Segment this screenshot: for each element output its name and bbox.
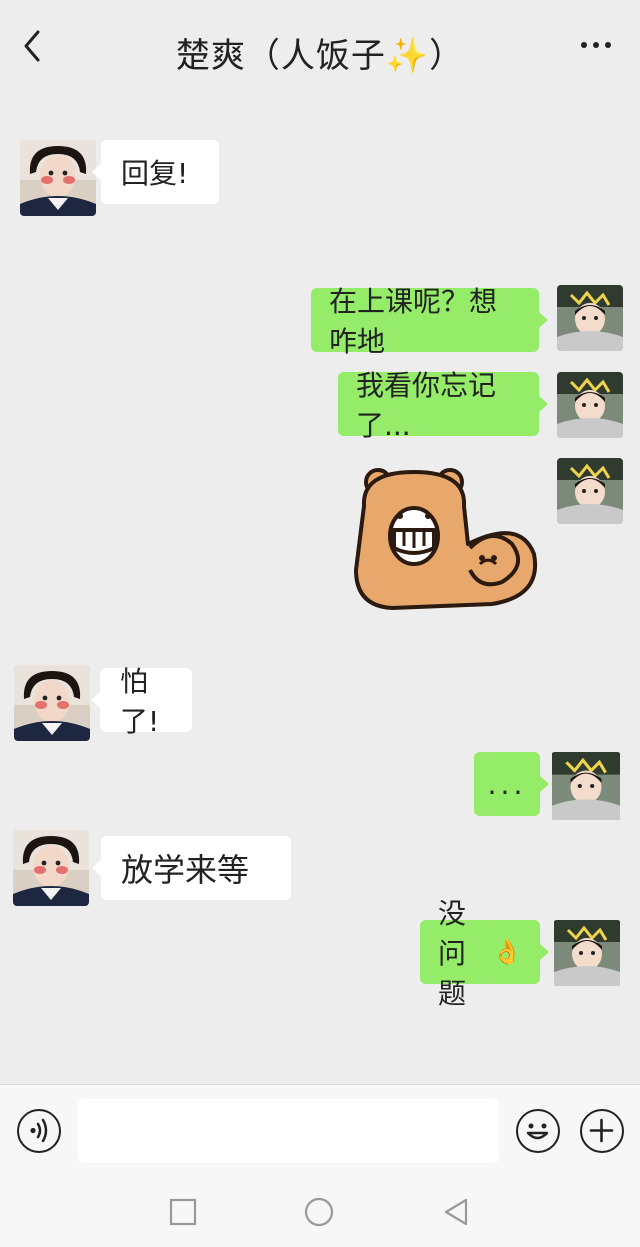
chat-title: 楚爽（人饭子✨）	[120, 28, 520, 77]
chat-title-text: 楚爽（人饭子	[175, 36, 386, 76]
message-bubble-received[interactable]: 怕了!	[91, 665, 192, 738]
ok-hand-emoji-icon: 👌	[492, 938, 522, 966]
input-bar	[0, 1084, 640, 1181]
back-icon[interactable]	[14, 26, 50, 66]
message-bubble-sent[interactable]: 在上课呢？想咋地	[311, 285, 548, 358]
sparkle-icon: ✨	[385, 36, 430, 76]
self-avatar[interactable]	[557, 458, 623, 524]
child-avatar-image	[554, 920, 620, 986]
more-icon[interactable]	[576, 30, 616, 60]
message-bubble-sent[interactable]: 我看你忘记了...	[338, 369, 548, 442]
emoji-icon	[526, 1123, 549, 1140]
message-bubble-sent[interactable]: ...	[474, 752, 549, 816]
voice-button[interactable]	[17, 1109, 61, 1153]
triangle-nav-icon[interactable]	[440, 1196, 472, 1228]
message-bubble-received[interactable]: 回复!	[92, 140, 219, 204]
contact-avatar[interactable]	[20, 140, 96, 216]
self-avatar[interactable]	[551, 752, 621, 820]
girl-avatar-image	[14, 665, 90, 741]
chat-header: 楚爽（人饭子✨）	[0, 0, 640, 92]
child-avatar-image	[557, 458, 623, 524]
more-functions-button[interactable]	[580, 1109, 624, 1153]
message-text: 没问题	[438, 897, 467, 1010]
self-avatar[interactable]	[557, 372, 623, 438]
voice-icon	[30, 1118, 48, 1143]
message-list: 回复! 在上课呢？想咋地 我看你忘记了... 怕了! ... 放学来等 没问题 …	[0, 92, 640, 1082]
emoji-button[interactable]	[516, 1109, 560, 1153]
girl-avatar-image	[20, 140, 96, 216]
message-bubble-received[interactable]: 放学来等	[92, 836, 291, 900]
child-avatar-image	[557, 372, 623, 438]
contact-avatar[interactable]	[13, 830, 89, 906]
contact-avatar[interactable]	[14, 665, 90, 741]
message-input[interactable]	[78, 1099, 499, 1163]
child-avatar-image	[557, 285, 623, 351]
self-avatar[interactable]	[553, 920, 621, 986]
chat-title-close: ）	[429, 36, 465, 76]
bear-flexing-sticker[interactable]	[352, 466, 542, 616]
square-nav-icon[interactable]	[167, 1196, 199, 1228]
child-avatar-image	[552, 752, 620, 820]
circle-nav-icon[interactable]	[303, 1196, 335, 1228]
message-bubble-sent[interactable]: 没问题 👌	[420, 897, 549, 1010]
self-avatar[interactable]	[557, 285, 623, 351]
system-navigation-bar	[0, 1180, 640, 1247]
plus-icon	[589, 1118, 614, 1143]
girl-avatar-image	[13, 830, 89, 906]
